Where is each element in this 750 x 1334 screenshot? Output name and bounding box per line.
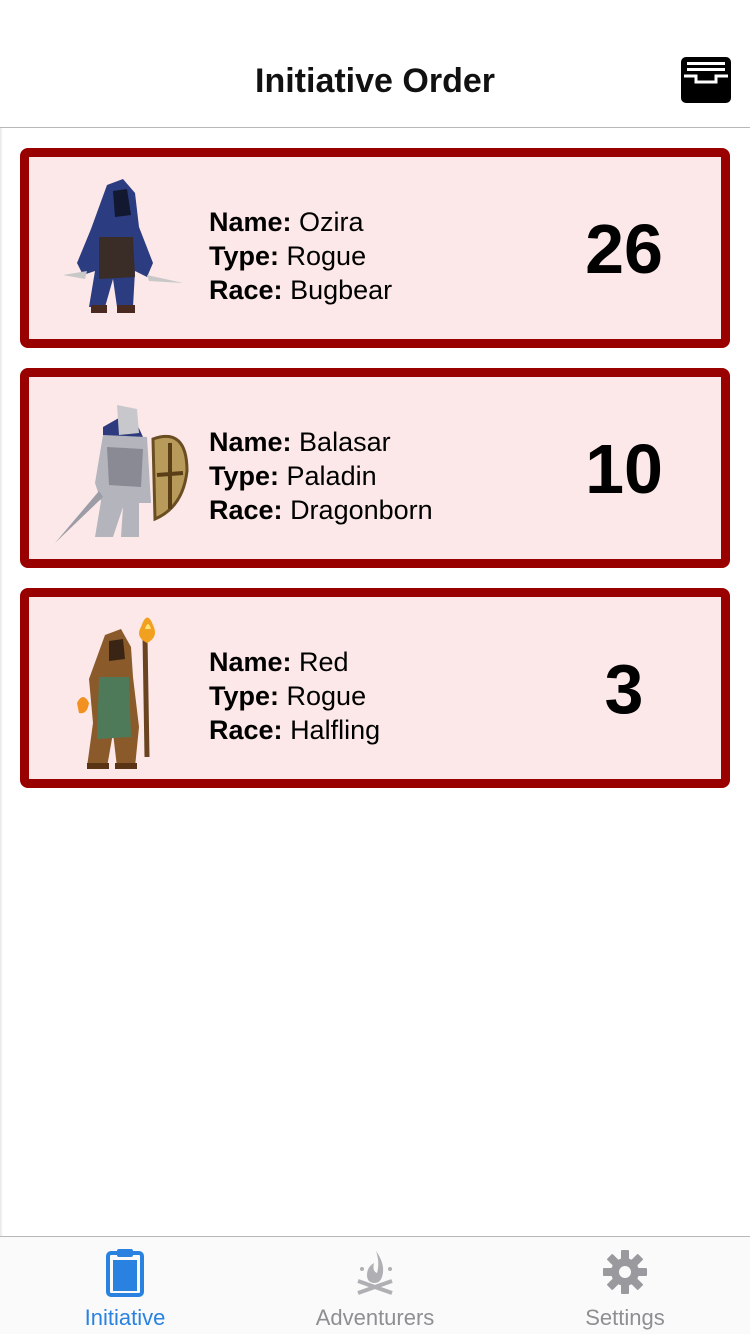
campfire-icon xyxy=(350,1247,400,1297)
initiative-value: 26 xyxy=(585,210,663,288)
combatant-card[interactable]: Name: Ozira Type: Rogue Race: Bugbear 26 xyxy=(20,148,730,348)
tab-label: Adventurers xyxy=(315,1305,435,1330)
armored-paladin-sprite xyxy=(43,387,193,549)
tab-initiative[interactable]: Initiative xyxy=(0,1237,250,1334)
inbox-tray-icon[interactable] xyxy=(680,56,732,104)
tab-label: Initiative xyxy=(84,1305,166,1330)
race-label: Race: xyxy=(209,715,283,745)
tab-adventurers[interactable]: Adventurers xyxy=(250,1237,500,1334)
navigation-bar: Initiative Order xyxy=(0,0,750,128)
tab-bar: Initiative Adventurers Settings xyxy=(0,1236,750,1334)
page-title: Initiative Order xyxy=(255,62,495,100)
type-label: Type: xyxy=(209,461,280,491)
robed-caster-sprite xyxy=(43,607,193,771)
name-value: Balasar xyxy=(299,427,391,457)
gear-icon xyxy=(600,1247,650,1297)
clipboard-icon xyxy=(100,1247,150,1297)
name-label: Name: xyxy=(209,427,292,457)
race-label: Race: xyxy=(209,275,283,305)
name-label: Name: xyxy=(209,207,292,237)
tab-settings[interactable]: Settings xyxy=(500,1237,750,1334)
type-value: Rogue xyxy=(286,241,367,271)
race-value: Dragonborn xyxy=(290,495,433,525)
initiative-value: 3 xyxy=(604,650,644,728)
race-label: Race: xyxy=(209,495,283,525)
combatant-card[interactable]: Name: Balasar Type: Paladin Race: Dragon… xyxy=(20,368,730,568)
name-value: Red xyxy=(299,647,349,677)
combatant-info: Name: Balasar Type: Paladin Race: Dragon… xyxy=(209,425,433,527)
combatant-info: Name: Red Type: Rogue Race: Halfling xyxy=(209,645,380,747)
tab-label: Settings xyxy=(585,1305,665,1330)
type-value: Paladin xyxy=(286,461,377,491)
type-label: Type: xyxy=(209,681,280,711)
name-value: Ozira xyxy=(299,207,364,237)
type-value: Rogue xyxy=(286,681,367,711)
race-value: Halfling xyxy=(290,715,381,745)
type-label: Type: xyxy=(209,241,280,271)
hooded-rogue-sprite xyxy=(43,167,193,329)
initiative-value: 10 xyxy=(585,430,663,508)
combatant-info: Name: Ozira Type: Rogue Race: Bugbear xyxy=(209,205,392,307)
race-value: Bugbear xyxy=(290,275,393,305)
combatant-card[interactable]: Name: Red Type: Rogue Race: Halfling 3 xyxy=(20,588,730,788)
name-label: Name: xyxy=(209,647,292,677)
